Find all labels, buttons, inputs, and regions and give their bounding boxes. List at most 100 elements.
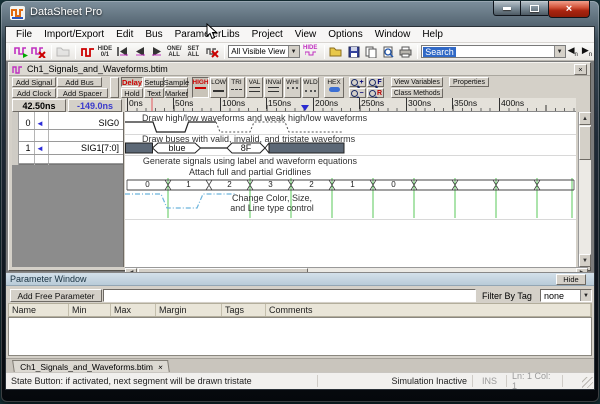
maximize-button[interactable] bbox=[521, 1, 548, 16]
counter-value[interactable]: 0 bbox=[373, 180, 414, 190]
add-signal-button[interactable]: Add Signal bbox=[12, 77, 56, 87]
menu-edit[interactable]: Edit bbox=[110, 28, 139, 41]
close-waveform-button[interactable] bbox=[30, 44, 47, 60]
set-all-button[interactable]: SET ALL bbox=[183, 44, 204, 60]
state-hex-button[interactable]: HEX bbox=[324, 77, 344, 98]
column-min[interactable]: Min bbox=[69, 304, 111, 316]
one-all-button[interactable]: ONE/ ALL bbox=[166, 44, 183, 60]
bus-value-8f[interactable]: 8F bbox=[227, 142, 265, 154]
search-dropdown-icon[interactable]: ▼ bbox=[554, 46, 565, 57]
counter-value[interactable]: 1 bbox=[332, 180, 373, 190]
tab-close-icon[interactable]: × bbox=[158, 363, 163, 372]
minimize-button[interactable] bbox=[493, 1, 521, 16]
vertical-scroll-thumb[interactable] bbox=[579, 126, 591, 160]
chevron-down-icon[interactable]: ▼ bbox=[288, 46, 299, 57]
hide-bits-button[interactable]: HIDE 0/1 bbox=[96, 44, 113, 60]
counter-value[interactable]: 2 bbox=[291, 180, 332, 190]
state-val-button[interactable]: VAL bbox=[246, 77, 263, 98]
delay-mode-button[interactable]: Delay bbox=[121, 77, 143, 87]
next-edge-button[interactable] bbox=[148, 44, 165, 60]
find-next-button[interactable]: ▶n bbox=[582, 45, 592, 58]
add-clock-button[interactable]: Add Clock bbox=[12, 88, 56, 98]
parameter-window-title-bar[interactable]: Parameter Window Hide bbox=[6, 273, 594, 286]
menu-options[interactable]: Options bbox=[322, 28, 368, 41]
document-title-bar[interactable]: Ch1_Signals_and_Waveforms.btim × bbox=[9, 63, 590, 76]
menu-file[interactable]: File bbox=[10, 28, 38, 41]
cursor-line[interactable] bbox=[151, 98, 153, 111]
signal-row-sig0[interactable]: 0 ◄ SIG0 bbox=[19, 117, 123, 130]
zoom-in-button[interactable]: + bbox=[349, 77, 366, 87]
vertical-scrollbar[interactable]: ▲ ▼ bbox=[578, 112, 591, 267]
hide-wave-button[interactable]: HIDE bbox=[300, 44, 321, 60]
column-name[interactable]: Name bbox=[9, 304, 69, 316]
new-waveform-button[interactable] bbox=[13, 44, 30, 60]
zoom-fit-button[interactable]: F bbox=[367, 77, 384, 87]
hide-parameter-window-button[interactable]: Hide bbox=[556, 274, 586, 285]
save-button[interactable] bbox=[345, 44, 362, 60]
state-low-button[interactable]: LOW bbox=[210, 77, 227, 98]
menu-import-export[interactable]: Import/Export bbox=[38, 28, 110, 41]
scroll-up-icon[interactable]: ▲ bbox=[579, 112, 591, 125]
column-max[interactable]: Max bbox=[111, 304, 156, 316]
state-wld-button[interactable]: WLD bbox=[302, 77, 319, 98]
sample-mode-button[interactable]: Sample bbox=[165, 77, 188, 87]
class-methods-button[interactable]: Class Methods bbox=[391, 88, 443, 98]
column-comments[interactable]: Comments bbox=[266, 304, 591, 316]
menu-help[interactable]: Help bbox=[416, 28, 449, 41]
add-spacer-button[interactable]: Add Spacer bbox=[57, 88, 108, 98]
import-folder-button[interactable] bbox=[55, 44, 72, 60]
counter-value[interactable]: 1 bbox=[168, 180, 209, 190]
menu-window[interactable]: Window bbox=[369, 28, 417, 41]
state-whi-button[interactable]: WHI bbox=[284, 77, 301, 98]
chevron-down-icon[interactable]: ▼ bbox=[580, 290, 591, 301]
sig0-weak-waveform[interactable] bbox=[216, 122, 343, 132]
text-row[interactable] bbox=[19, 130, 123, 142]
menu-bus[interactable]: Bus bbox=[139, 28, 168, 41]
column-tags[interactable]: Tags bbox=[222, 304, 266, 316]
delete-all-button[interactable] bbox=[204, 44, 221, 60]
prev-edge-button[interactable] bbox=[131, 44, 148, 60]
state-inval-button[interactable]: INVal bbox=[264, 77, 283, 98]
time-ruler[interactable]: 0ns 50ns 100ns 150ns 200ns 250ns 300ns 3… bbox=[125, 98, 576, 112]
print-preview-button[interactable] bbox=[380, 44, 397, 60]
close-button[interactable]: × bbox=[548, 1, 590, 18]
zoom-out-button[interactable]: − bbox=[349, 88, 366, 98]
spacer-button[interactable] bbox=[110, 77, 119, 98]
print-button[interactable] bbox=[397, 44, 414, 60]
sig1-invalid-segment-2[interactable] bbox=[269, 143, 344, 153]
state-high-button[interactable]: HIGH bbox=[192, 77, 209, 98]
resize-grip[interactable] bbox=[582, 377, 593, 388]
sig0-waveform[interactable] bbox=[125, 122, 216, 132]
open-button[interactable] bbox=[328, 44, 345, 60]
marker-mode-button[interactable]: Marker bbox=[165, 88, 188, 98]
waveform-canvas[interactable]: Draw high/low waveforms and weak high/lo… bbox=[125, 112, 576, 267]
find-previous-button[interactable]: ◀n bbox=[568, 45, 578, 58]
parameter-input[interactable] bbox=[103, 289, 476, 302]
text-mode-button[interactable]: Text bbox=[144, 88, 164, 98]
menu-project[interactable]: Project bbox=[246, 28, 289, 41]
parameter-table-body[interactable] bbox=[8, 317, 592, 356]
menu-view[interactable]: View bbox=[289, 28, 323, 41]
view-selector[interactable]: All Visible View ▼ bbox=[228, 45, 299, 58]
search-input[interactable]: Search ▼ bbox=[421, 45, 565, 58]
row-gutter[interactable] bbox=[12, 112, 19, 165]
signal-name[interactable]: SIG0 bbox=[98, 117, 119, 130]
copy-button[interactable] bbox=[362, 44, 379, 60]
counter-value[interactable]: 2 bbox=[209, 180, 250, 190]
view-variables-button[interactable]: View Variables bbox=[391, 77, 443, 87]
first-edge-button[interactable] bbox=[114, 44, 131, 60]
document-close-button[interactable]: × bbox=[574, 64, 587, 75]
text-row[interactable] bbox=[19, 155, 123, 164]
time-marker-icon[interactable] bbox=[301, 105, 309, 111]
add-bus-button[interactable]: Add Bus bbox=[57, 77, 102, 87]
add-free-parameter-button[interactable]: Add Free Parameter bbox=[10, 289, 102, 302]
title-bar[interactable]: DataSheet Pro × bbox=[1, 1, 599, 25]
bus-value-blue[interactable]: blue bbox=[153, 142, 201, 154]
signal-name[interactable]: SIG1[7:0] bbox=[81, 142, 119, 155]
setup-mode-button[interactable]: Setup bbox=[144, 77, 164, 87]
column-margin[interactable]: Margin bbox=[156, 304, 222, 316]
zoom-region-button[interactable]: R bbox=[367, 88, 384, 98]
scroll-down-icon[interactable]: ▼ bbox=[579, 254, 591, 267]
state-tri-button[interactable]: TRI bbox=[228, 77, 245, 98]
signal-row-sig1[interactable]: 1 ◄ SIG1[7:0] bbox=[19, 142, 123, 155]
